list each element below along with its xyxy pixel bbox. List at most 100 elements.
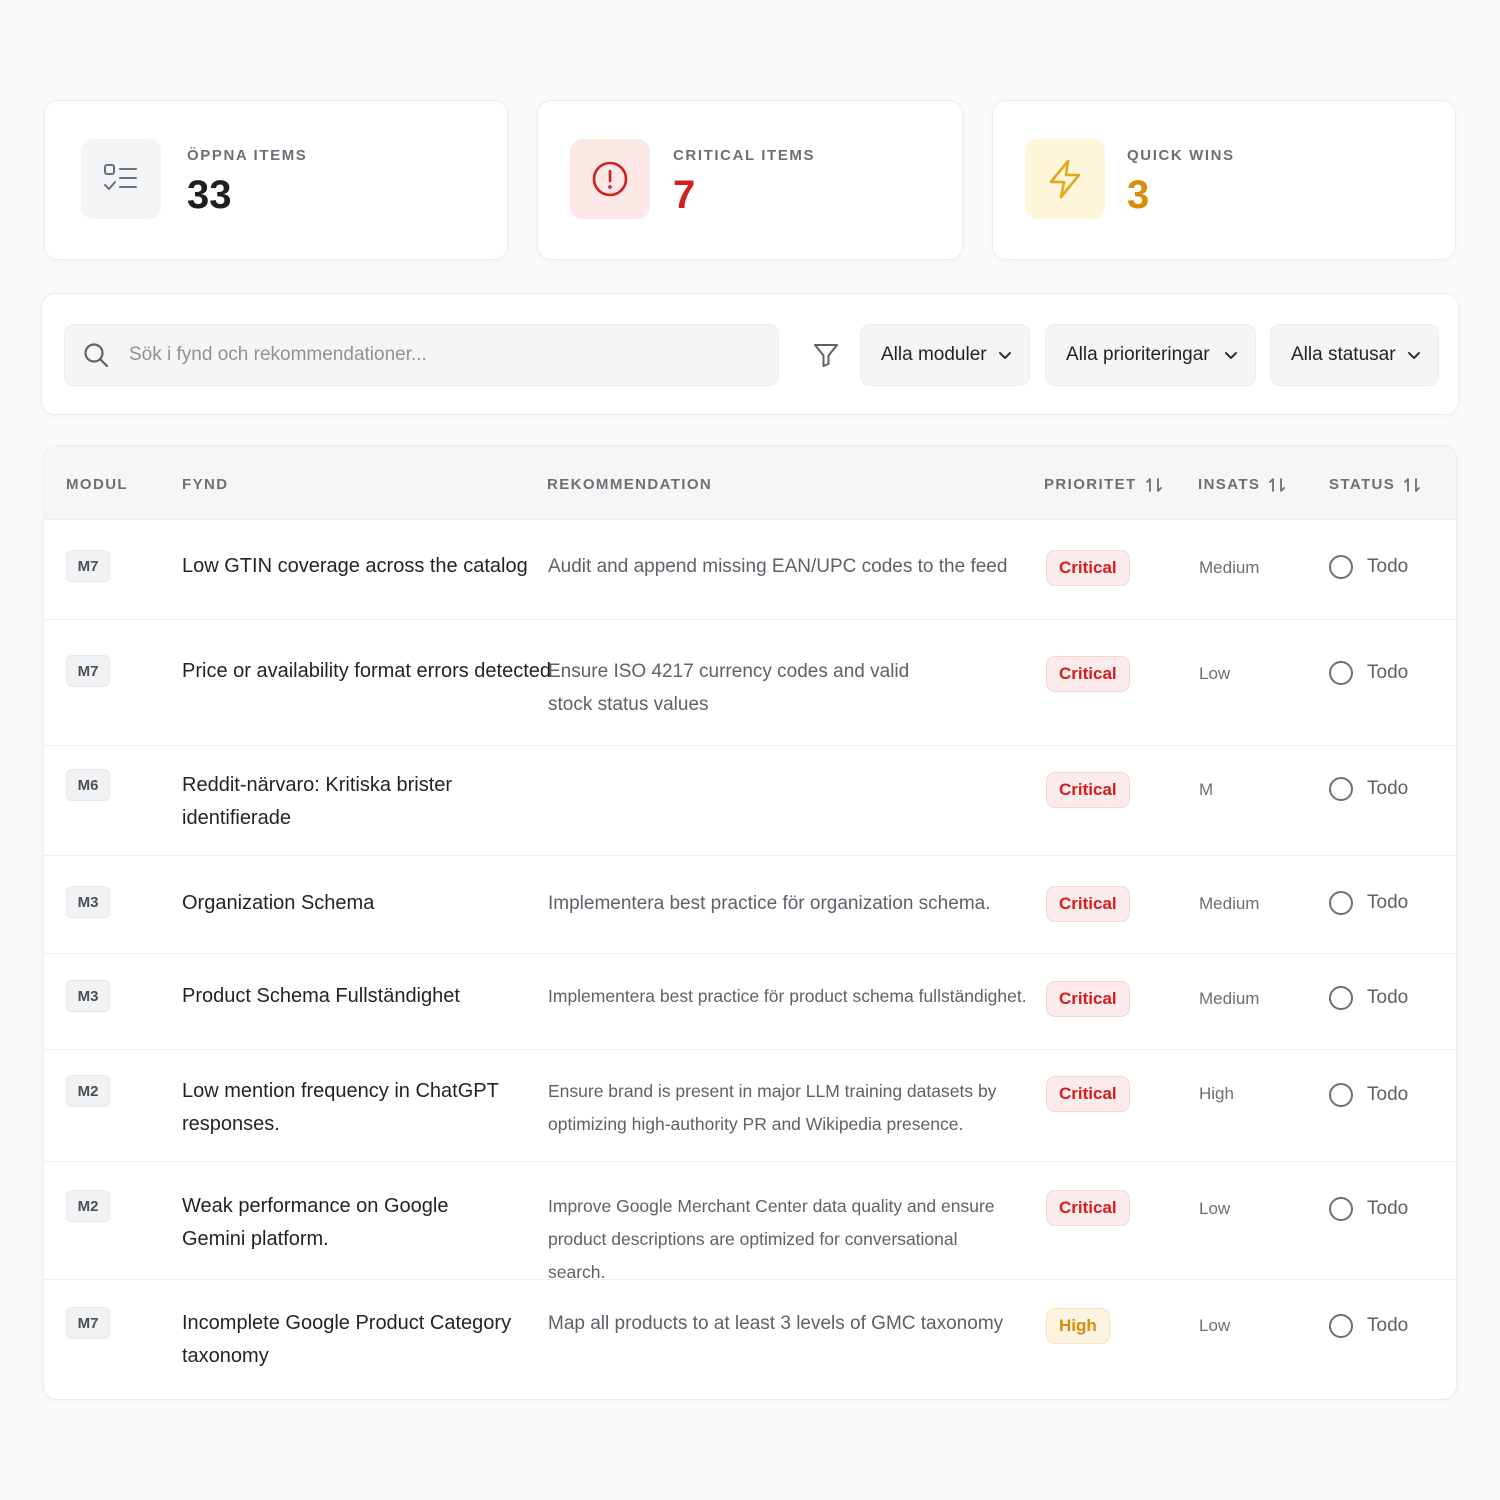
header-modul: MODUL [66,476,128,493]
status-circle-icon[interactable] [1329,986,1353,1010]
open-items-card: ÖPPNA ITEMS 33 [44,100,508,260]
finding-text: Product Schema Fullständighet [182,985,460,1007]
critical-items-label: CRITICAL ITEMS [673,147,816,164]
status-text: Todo [1367,1084,1409,1105]
priority-badge: Critical [1046,1190,1130,1226]
effort-text: Low [1199,664,1231,683]
recommendation-text: Ensure ISO 4217 currency codes and valid… [548,661,910,715]
status-text: Todo [1367,987,1409,1008]
status-circle-icon[interactable] [1329,661,1353,685]
findings-table: MODUL FYND REKOMMENDATION PRIORITET INSA… [43,445,1457,1400]
recommendation-text: Implementera best practice för organizat… [548,893,991,914]
filter-bar: Alla moduler Alla prioriteringar Alla st… [41,293,1459,415]
header-status[interactable]: STATUS [1329,476,1421,493]
critical-items-card: CRITICAL ITEMS 7 [537,100,963,260]
module-select-value: Alla moduler [881,344,987,365]
priority-select-value: Alla prioriteringar [1066,344,1210,365]
finding-text: Price or availability format errors dete… [182,660,552,682]
table-row[interactable]: M2 Weak performance on Google Gemini pla… [44,1162,1456,1282]
quick-wins-label: QUICK WINS [1127,147,1235,164]
sort-icon [1403,477,1421,493]
status-circle-icon[interactable] [1329,777,1353,801]
finding-text: Weak performance on Google Gemini platfo… [182,1195,449,1250]
priority-badge: Critical [1046,656,1130,692]
status-text: Todo [1367,892,1409,913]
priority-badge: Critical [1046,772,1130,808]
status-text: Todo [1367,1315,1409,1336]
header-prioritet[interactable]: PRIORITET [1044,476,1163,493]
status-circle-icon[interactable] [1329,1314,1353,1338]
table-row[interactable]: M3 Product Schema Fullständighet Impleme… [44,954,1456,1050]
recommendation-text: Implementera best practice för product s… [548,986,1027,1006]
status-text: Todo [1367,1198,1409,1219]
status-toggle[interactable]: Todo [1329,986,1408,1010]
finding-text: Incomplete Google Product Category taxon… [182,1312,512,1367]
header-insats[interactable]: INSATS [1198,476,1286,493]
table-row[interactable]: M7 Incomplete Google Product Category ta… [44,1280,1456,1399]
table-row[interactable]: M2 Low mention frequency in ChatGPT resp… [44,1050,1456,1162]
table-row[interactable]: M3 Organization Schema Implementera best… [44,856,1456,954]
chevron-down-icon [997,347,1013,363]
recommendation-text: Improve Google Merchant Center data qual… [548,1196,995,1282]
status-circle-icon[interactable] [1329,1083,1353,1107]
search-icon [83,342,109,368]
effort-text: Medium [1199,989,1260,1008]
critical-items-value: 7 [673,173,696,217]
status-toggle[interactable]: Todo [1329,661,1408,685]
status-text: Todo [1367,778,1409,799]
chevron-down-icon [1223,347,1239,363]
finding-text: Low mention frequency in ChatGPT respons… [182,1080,499,1135]
status-toggle[interactable]: Todo [1329,555,1408,579]
priority-select[interactable]: Alla prioriteringar [1045,324,1256,386]
table-row[interactable]: M6 Reddit-närvaro: Kritiska brister iden… [44,746,1456,856]
module-badge: M7 [66,655,110,687]
status-toggle[interactable]: Todo [1329,1314,1408,1338]
status-select[interactable]: Alla statusar [1270,324,1439,386]
status-toggle[interactable]: Todo [1329,891,1408,915]
status-select-value: Alla statusar [1291,344,1396,365]
open-items-value: 33 [187,173,232,217]
open-items-label: ÖPPNA ITEMS [187,147,308,164]
status-toggle[interactable]: Todo [1329,1197,1408,1221]
filter-icon[interactable] [812,341,840,369]
search-input[interactable] [129,344,778,366]
recommendation-text: Ensure brand is present in major LLM tra… [548,1081,997,1134]
search-box[interactable] [64,324,779,386]
sort-icon [1145,477,1163,493]
stats-cards: ÖPPNA ITEMS 33 CRITICAL ITEMS 7 QUICK WI… [44,100,1456,260]
module-select[interactable]: Alla moduler [860,324,1030,386]
status-circle-icon[interactable] [1329,891,1353,915]
status-circle-icon[interactable] [1329,555,1353,579]
quick-wins-value: 3 [1127,173,1150,217]
alert-circle-icon [570,139,650,219]
lightning-icon [1025,139,1105,219]
table-row[interactable]: M7 Low GTIN coverage across the catalog … [44,520,1456,620]
effort-text: Medium [1199,558,1260,577]
header-rekommendation: REKOMMENDATION [547,476,713,493]
module-badge: M6 [66,769,110,801]
module-badge: M7 [66,1307,110,1339]
module-badge: M3 [66,980,110,1012]
priority-badge: Critical [1046,981,1130,1017]
effort-text: Low [1199,1199,1231,1218]
status-toggle[interactable]: Todo [1329,777,1408,801]
header-fynd: FYND [182,476,229,493]
priority-badge: Critical [1046,550,1130,586]
finding-text: Organization Schema [182,892,375,914]
module-badge: M2 [66,1190,110,1222]
recommendation-text: Audit and append missing EAN/UPC codes t… [548,556,1008,577]
chevron-down-icon [1406,347,1422,363]
finding-text: Low GTIN coverage across the catalog [182,555,528,577]
sort-icon [1268,477,1286,493]
status-circle-icon[interactable] [1329,1197,1353,1221]
checklist-icon [81,139,161,219]
finding-text: Reddit-närvaro: Kritiska brister identif… [182,774,453,829]
priority-badge: High [1046,1308,1110,1344]
status-toggle[interactable]: Todo [1329,1083,1408,1107]
quick-wins-card: QUICK WINS 3 [992,100,1456,260]
effort-text: Medium [1199,894,1260,913]
module-badge: M7 [66,550,110,582]
table-row[interactable]: M7 Price or availability format errors d… [44,620,1456,746]
table-header: MODUL FYND REKOMMENDATION PRIORITET INSA… [44,446,1456,520]
status-text: Todo [1367,662,1409,683]
